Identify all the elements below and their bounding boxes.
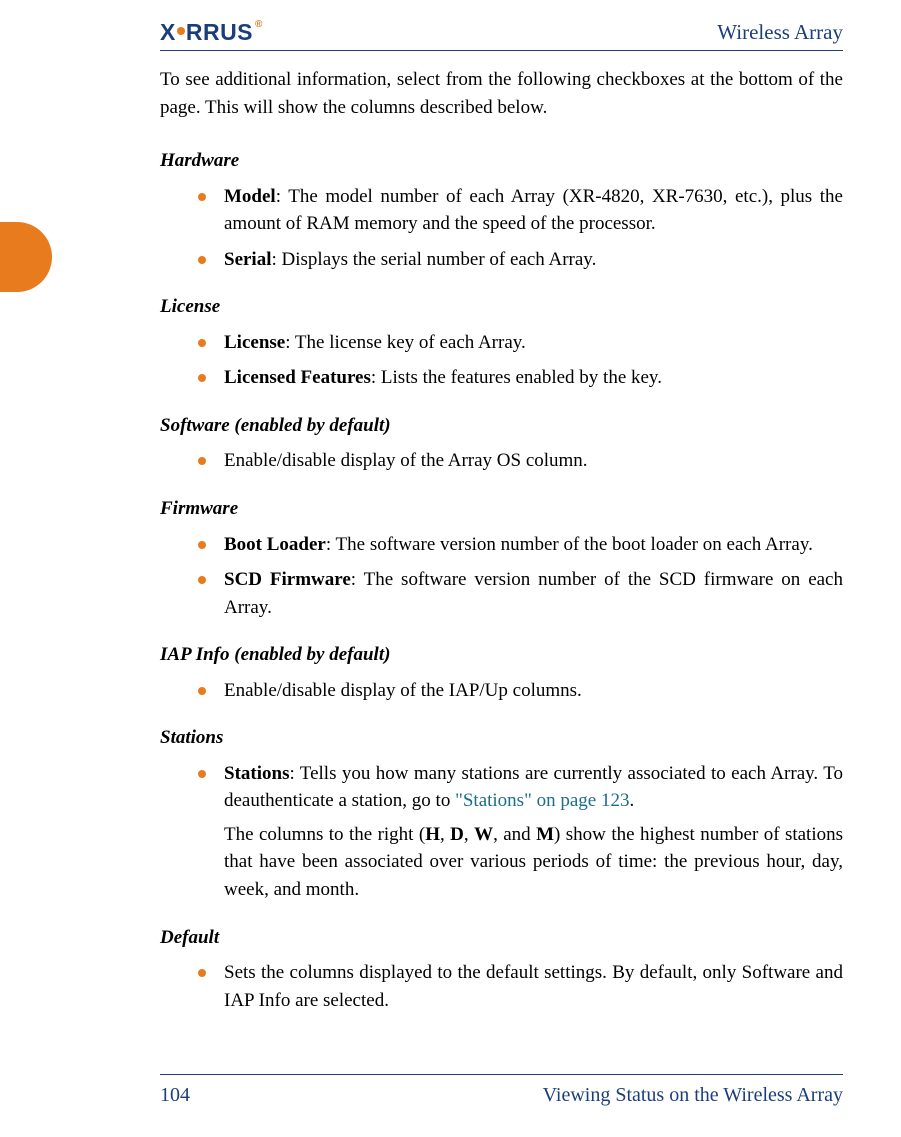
desc: : The software version number of the boo…: [326, 534, 813, 555]
term: Licensed Features: [224, 367, 371, 388]
list-item: Boot Loader: The software version number…: [198, 531, 843, 559]
desc: : Lists the features enabled by the key.: [371, 367, 662, 388]
list-item: License: The license key of each Array.: [198, 329, 843, 357]
list-item: Sets the columns displayed to the defaul…: [198, 959, 843, 1014]
section-iap-list: Enable/disable display of the IAP/Up col…: [160, 677, 843, 705]
desc: .: [629, 790, 634, 811]
desc: Enable/disable display of the Array OS c…: [224, 450, 588, 471]
cross-ref-link[interactable]: "Stations" on page 123: [455, 790, 629, 811]
logo: X RRUS®: [160, 19, 263, 46]
term: Stations: [224, 763, 289, 784]
footer-section: Viewing Status on the Wireless Array: [543, 1084, 843, 1107]
list-item: Enable/disable display of the IAP/Up col…: [198, 677, 843, 705]
page-content: To see additional information, select fr…: [160, 66, 843, 1022]
section-software-list: Enable/disable display of the Array OS c…: [160, 447, 843, 475]
desc: Sets the columns displayed to the defaul…: [224, 962, 843, 1011]
section-hardware-list: Model: The model number of each Array (X…: [160, 183, 843, 274]
list-item: Model: The model number of each Array (X…: [198, 183, 843, 238]
term: License: [224, 332, 285, 353]
intro-text: To see additional information, select fr…: [160, 66, 843, 121]
term: SCD Firmware: [224, 569, 351, 590]
side-tab-icon: [0, 222, 52, 292]
section-stations-title: Stations: [160, 724, 843, 752]
footer-rule: [160, 1074, 843, 1075]
section-stations-list: Stations: Tells you how many stations ar…: [160, 760, 843, 904]
list-item: SCD Firmware: The software version numbe…: [198, 566, 843, 621]
term: Serial: [224, 249, 272, 270]
list-item: Enable/disable display of the Array OS c…: [198, 447, 843, 475]
desc: : The license key of each Array.: [285, 332, 526, 353]
section-firmware-title: Firmware: [160, 495, 843, 523]
term: Boot Loader: [224, 534, 326, 555]
desc: : The model number of each Array (XR-482…: [224, 186, 843, 235]
section-firmware-list: Boot Loader: The software version number…: [160, 531, 843, 622]
section-license-title: License: [160, 293, 843, 321]
page-header: X RRUS® Wireless Array: [160, 18, 843, 46]
list-item: Stations: Tells you how many stations ar…: [198, 760, 843, 904]
section-default-list: Sets the columns displayed to the defaul…: [160, 959, 843, 1014]
logo-reg: ®: [255, 19, 263, 30]
list-item: Serial: Displays the serial number of ea…: [198, 246, 843, 274]
desc: Enable/disable display of the IAP/Up col…: [224, 680, 582, 701]
header-rule: [160, 50, 843, 51]
section-software-title: Software (enabled by default): [160, 412, 843, 440]
logo-pre: X: [160, 19, 176, 46]
logo-mid: RRUS: [186, 19, 253, 46]
sub-paragraph: The columns to the right (H, D, W, and M…: [224, 821, 843, 904]
logo-dot-icon: [177, 27, 185, 35]
term: Model: [224, 186, 276, 207]
page-footer: 104 Viewing Status on the Wireless Array: [160, 1084, 843, 1107]
list-item: Licensed Features: Lists the features en…: [198, 364, 843, 392]
page-number: 104: [160, 1084, 190, 1107]
section-iap-title: IAP Info (enabled by default): [160, 641, 843, 669]
section-hardware-title: Hardware: [160, 147, 843, 175]
section-license-list: License: The license key of each Array. …: [160, 329, 843, 392]
document-title: Wireless Array: [717, 20, 843, 45]
desc: : Displays the serial number of each Arr…: [272, 249, 597, 270]
logo-text: X RRUS®: [160, 19, 263, 46]
section-default-title: Default: [160, 924, 843, 952]
